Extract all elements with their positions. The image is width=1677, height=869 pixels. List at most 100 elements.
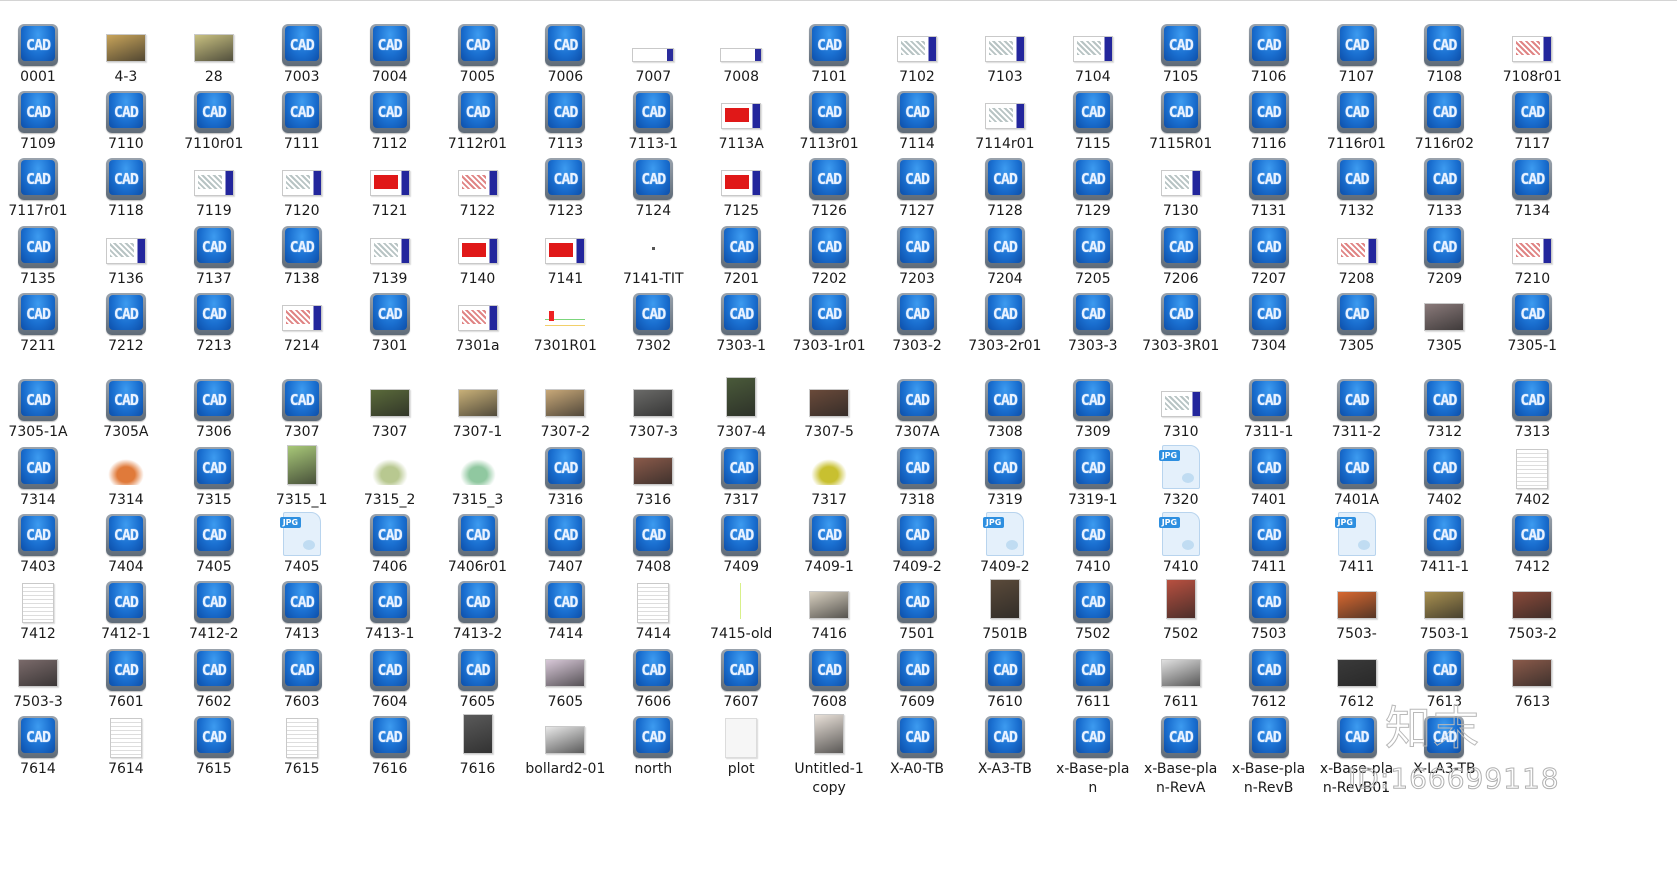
file-item[interactable]: 7136 [82,220,170,289]
file-item[interactable]: CAD 7319 [961,441,1049,510]
file-item[interactable]: 7007 [609,18,697,87]
file-item[interactable]: CAD 7318 [873,441,961,510]
file-item[interactable]: CAD 7303-1 [697,287,785,356]
file-item[interactable]: CAD 7405 [170,508,258,577]
file-item[interactable]: CAD 7401A [1313,441,1401,510]
file-item[interactable]: CAD 7316 [521,441,609,510]
file-item[interactable]: CAD 7205 [1049,220,1137,289]
file-item[interactable]: 7611 [1137,643,1225,712]
file-item[interactable]: CAD 7611 [1049,643,1137,712]
file-item[interactable]: CAD 7128 [961,152,1049,221]
file-item[interactable]: CAD 7134 [1488,152,1576,221]
file-item[interactable]: CAD 7412 [1488,508,1576,577]
file-item[interactable]: CAD 7114 [873,85,961,154]
file-item[interactable]: CAD 7113-1 [609,85,697,154]
file-item[interactable]: CAD 7209 [1400,220,1488,289]
file-item[interactable]: CAD 7414 [521,575,609,644]
file-item[interactable]: CAD 7601 [82,643,170,712]
file-item[interactable]: CAD 7615 [170,710,258,779]
file-item[interactable]: 7120 [258,152,346,221]
file-item[interactable]: CAD 7133 [1400,152,1488,221]
file-item[interactable]: CAD 7612 [1225,643,1313,712]
file-item[interactable]: CAD 7110 [82,85,170,154]
file-item[interactable]: 7141 [521,220,609,289]
file-item[interactable]: CAD 7211 [0,287,82,356]
file-item[interactable]: CAD 7402 [1400,441,1488,510]
file-item[interactable]: CAD 7131 [1225,152,1313,221]
file-item[interactable]: 7412 [0,575,82,644]
file-item[interactable]: CAD 7303-2 [873,287,961,356]
file-item[interactable]: CAD 7301 [346,287,434,356]
file-item[interactable]: CAD X-A0-TB [873,710,961,779]
file-item[interactable]: 7307 [346,373,434,442]
file-item[interactable]: CAD 7616 [346,710,434,779]
file-item[interactable]: 7125 [697,152,785,221]
file-item[interactable]: Untitled-1 copy [785,710,873,798]
file-item[interactable]: CAD 7614 [0,710,82,779]
file-item[interactable]: CAD 7115R01 [1137,85,1225,154]
file-item[interactable]: 7612 [1313,643,1401,712]
file-item[interactable]: 7613 [1488,643,1576,712]
file-item[interactable]: CAD 7115 [1049,85,1137,154]
file-item[interactable]: CAD 7409-1 [785,508,873,577]
file-item[interactable]: 7315_2 [346,441,434,510]
file-item[interactable]: CAD 7309 [1049,373,1137,442]
file-item[interactable]: 7502 [1137,575,1225,644]
file-item[interactable]: plot [697,710,785,779]
file-item[interactable]: CAD 7403 [0,508,82,577]
file-item[interactable]: CAD 7303-2r01 [961,287,1049,356]
file-item[interactable]: CAD 7213 [170,287,258,356]
file-item[interactable]: CAD 7307 [258,373,346,442]
file-item[interactable]: CAD 7412-2 [170,575,258,644]
file-item[interactable]: CAD 7112r01 [434,85,522,154]
file-item[interactable]: 7307-3 [609,373,697,442]
file-item[interactable]: CAD 7212 [82,287,170,356]
file-item[interactable]: JPG 7411 [1313,508,1401,577]
file-item[interactable]: CAD 7613 [1400,643,1488,712]
file-item[interactable]: CAD 7126 [785,152,873,221]
file-item[interactable]: JPG 7320 [1137,441,1225,510]
file-item[interactable]: CAD 7124 [609,152,697,221]
file-item[interactable]: CAD 7307A [873,373,961,442]
file-item[interactable]: 7616 [434,710,522,779]
file-item[interactable]: CAD 7305-1A [0,373,82,442]
file-item[interactable]: 7310 [1137,373,1225,442]
file-item[interactable]: CAD 7303-3R01 [1137,287,1225,356]
file-item[interactable]: CAD 7608 [785,643,873,712]
file-item[interactable]: 7113A [697,85,785,154]
file-item[interactable]: CAD 7313 [1488,373,1576,442]
file-item[interactable]: 7103 [961,18,1049,87]
file-item[interactable]: CAD 7303-3 [1049,287,1137,356]
file-item[interactable]: bollard2-01 [521,710,609,779]
file-item[interactable]: CAD 7607 [697,643,785,712]
file-item[interactable]: CAD 7311-1 [1225,373,1313,442]
file-item[interactable]: 7139 [346,220,434,289]
file-item[interactable]: CAD 7412-1 [82,575,170,644]
file-item[interactable]: 7402 [1488,441,1576,510]
file-item[interactable]: CAD 7107 [1313,18,1401,87]
file-item[interactable]: 7307-4 [697,373,785,442]
file-item[interactable]: CAD 7502 [1049,575,1137,644]
file-item[interactable]: 7008 [697,18,785,87]
file-item[interactable]: CAD 7116r01 [1313,85,1401,154]
file-item[interactable]: CAD 7409 [697,508,785,577]
file-item[interactable]: 7414 [609,575,697,644]
file-item[interactable]: CAD 7305-1 [1488,287,1576,356]
file-item[interactable]: 7130 [1137,152,1225,221]
file-item[interactable]: CAD 7314 [0,441,82,510]
file-item[interactable]: CAD 7137 [170,220,258,289]
file-item[interactable]: CAD 7135 [0,220,82,289]
file-item[interactable]: 7605 [521,643,609,712]
file-item[interactable]: CAD 7610 [961,643,1049,712]
file-item[interactable]: 7503-2 [1488,575,1576,644]
file-item[interactable]: CAD 7101 [785,18,873,87]
file-item[interactable]: CAD 7604 [346,643,434,712]
file-item[interactable]: CAD 7006 [521,18,609,87]
file-item[interactable]: CAD 7116r02 [1400,85,1488,154]
file-item[interactable]: 7210 [1488,220,1576,289]
file-item[interactable]: CAD 7202 [785,220,873,289]
file-item[interactable]: CAD 7132 [1313,152,1401,221]
file-item[interactable]: 7501B [961,575,1049,644]
file-item[interactable]: CAD 7319-1 [1049,441,1137,510]
file-item[interactable]: CAD 7413-1 [346,575,434,644]
